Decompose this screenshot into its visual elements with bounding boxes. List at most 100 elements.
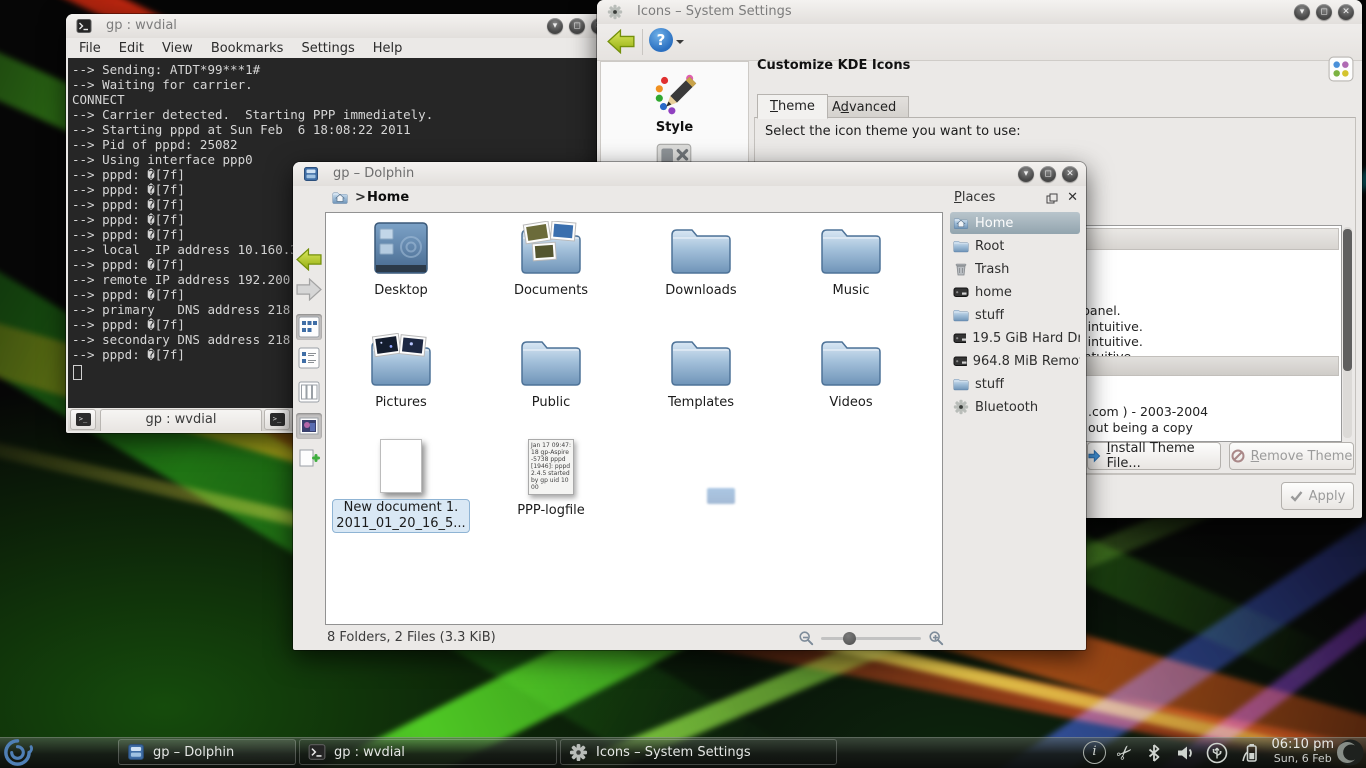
tab-advanced[interactable]: Advanced xyxy=(819,96,909,119)
menu-edit[interactable]: Edit xyxy=(110,40,153,57)
desktop: gp : wvdial ▾ ◻ ✕ File Edit View Bookmar… xyxy=(0,0,1366,768)
menu-help[interactable]: Help xyxy=(364,40,412,57)
places-item-trash[interactable]: Trash xyxy=(950,258,1080,280)
zoom-in-icon[interactable] xyxy=(928,630,944,646)
task-system-settings[interactable]: Icons – System Settings xyxy=(560,739,837,765)
details-view-button[interactable] xyxy=(296,345,322,371)
places-item-home[interactable]: Home xyxy=(950,212,1080,234)
konsole-titlebar[interactable]: gp : wvdial ▾ ◻ ✕ xyxy=(66,14,615,38)
volume-icon[interactable] xyxy=(1175,743,1195,763)
sidebar-item-style[interactable]: Style xyxy=(601,70,748,135)
places-item-root[interactable]: Root xyxy=(950,235,1080,257)
folder-icon xyxy=(669,333,733,389)
battery-icon[interactable] xyxy=(1239,742,1259,764)
dolphin-titlebar[interactable]: gp – Dolphin ▾ ◻ ✕ xyxy=(293,162,1086,186)
clock[interactable]: 06:10 pm Sun, 6 Feb xyxy=(1271,738,1334,766)
documents-folder-icon xyxy=(519,221,583,277)
places-item-bluetooth[interactable]: Bluetooth xyxy=(950,396,1080,418)
minimize-button[interactable]: ▾ xyxy=(547,18,563,34)
folder-icon xyxy=(819,333,883,389)
selected-file-label: New document 1.2011_01_20_16_5... xyxy=(332,499,469,533)
places-item-home-partition[interactable]: home xyxy=(950,281,1080,303)
home-folder-icon[interactable] xyxy=(331,190,349,206)
bluetooth-icon[interactable] xyxy=(1144,743,1164,763)
back-button[interactable] xyxy=(607,29,635,54)
folder-icon xyxy=(953,377,969,391)
close-panel-icon[interactable]: ✕ xyxy=(1067,190,1078,205)
zoom-out-icon[interactable] xyxy=(798,630,814,646)
file-item-public[interactable]: Public xyxy=(481,333,621,410)
close-button[interactable]: ✕ xyxy=(1062,166,1078,182)
file-item-new-document[interactable]: New document 1.2011_01_20_16_5... xyxy=(331,439,471,533)
notifications-icon[interactable]: i xyxy=(1083,741,1106,764)
launcher-icon[interactable] xyxy=(2,737,34,768)
file-item-pictures[interactable]: Pictures xyxy=(331,333,471,410)
menu-view[interactable]: View xyxy=(153,40,202,57)
system-settings-titlebar[interactable]: Icons – System Settings ▾ ◻ ✕ xyxy=(597,0,1362,24)
file-manager-icon xyxy=(127,743,145,761)
preview-button[interactable] xyxy=(296,413,322,439)
file-item-videos[interactable]: Videos xyxy=(781,333,921,410)
dolphin-toolbar xyxy=(293,212,325,626)
text-preview-icon: Jan 17 09:47:18 gp-Aspire-5738 pppd[1946… xyxy=(528,439,574,495)
icons-view-icon xyxy=(298,316,320,338)
klipper-scissors-icon[interactable]: ✂ xyxy=(1112,739,1139,766)
tab-theme[interactable]: Theme xyxy=(757,94,828,119)
drag-ghost xyxy=(707,488,735,504)
minimize-button[interactable]: ▾ xyxy=(1294,4,1310,20)
file-item-downloads[interactable]: Downloads xyxy=(631,221,771,298)
maximize-button[interactable]: ◻ xyxy=(569,18,585,34)
forward-button[interactable] xyxy=(296,278,322,304)
maximize-button[interactable]: ◻ xyxy=(1316,4,1332,20)
close-button[interactable]: ✕ xyxy=(1338,4,1354,20)
task-dolphin[interactable]: gp – Dolphin xyxy=(118,739,296,765)
konsole-tab[interactable]: gp : wvdial xyxy=(100,409,262,431)
sidebar-item-label: Style xyxy=(601,120,748,135)
minimize-button[interactable]: ▾ xyxy=(1018,166,1034,182)
hard-drive-icon xyxy=(953,330,966,346)
terminal-icon: >_ xyxy=(76,413,91,426)
toolbar: ? xyxy=(597,24,1362,61)
tab-list-button[interactable]: >_ xyxy=(264,409,290,430)
back-button[interactable] xyxy=(296,248,322,274)
statusbar: 8 Folders, 2 Files (3.3 KiB) xyxy=(293,626,1086,650)
folder-view[interactable]: Desktop Documents Downloads Music Pictur… xyxy=(325,212,943,625)
clock-time: 06:10 pm xyxy=(1271,738,1334,752)
file-item-ppp-logfile[interactable]: Jan 17 09:47:18 gp-Aspire-5738 pppd[1946… xyxy=(481,439,621,518)
chevron-down-icon[interactable] xyxy=(676,40,684,48)
folder-icon xyxy=(519,333,583,389)
maximize-button[interactable]: ◻ xyxy=(1040,166,1056,182)
icons-view-button[interactable] xyxy=(296,314,322,340)
install-theme-button[interactable]: Install Theme File... xyxy=(1087,442,1221,470)
file-item-music[interactable]: Music xyxy=(781,221,921,298)
scrollbar-track[interactable] xyxy=(1343,227,1352,438)
device-notifier-icon[interactable] xyxy=(1206,742,1228,764)
new-tab-button[interactable]: >_ xyxy=(70,409,96,430)
file-item-desktop[interactable]: Desktop xyxy=(331,221,471,298)
menu-file[interactable]: File xyxy=(70,40,110,57)
breadcrumb-home[interactable]: Home xyxy=(367,190,409,205)
split-view-button[interactable] xyxy=(296,445,322,471)
scrollbar-thumb[interactable] xyxy=(1343,229,1352,371)
file-item-templates[interactable]: Templates xyxy=(631,333,771,410)
apply-button[interactable]: Apply xyxy=(1281,482,1354,510)
menu-bookmarks[interactable]: Bookmarks xyxy=(202,40,293,57)
file-item-documents[interactable]: Documents xyxy=(481,221,621,298)
places-item-stuff[interactable]: stuff xyxy=(950,304,1080,326)
menu-settings[interactable]: Settings xyxy=(292,40,363,57)
places-item-hard-drive[interactable]: 19.5 GiB Hard Drive xyxy=(950,327,1080,349)
system-tray: i ✂ xyxy=(1083,737,1259,768)
places-item-stuff2[interactable]: stuff xyxy=(950,373,1080,395)
zoom-slider-handle[interactable] xyxy=(843,632,856,645)
float-panel-icon[interactable] xyxy=(1046,193,1058,205)
help-button[interactable]: ? xyxy=(649,28,673,52)
zoom-slider-track[interactable] xyxy=(821,637,921,640)
gear-icon xyxy=(569,743,588,762)
remove-theme-button[interactable]: Remove Theme xyxy=(1229,442,1354,470)
home-folder-icon xyxy=(953,216,969,231)
columns-view-button[interactable] xyxy=(296,379,322,405)
panel-toolbox-icon[interactable] xyxy=(1337,739,1364,766)
columns-view-icon xyxy=(298,381,320,403)
places-item-removable[interactable]: 964.8 MiB Remov... xyxy=(950,350,1080,372)
task-wvdial[interactable]: gp : wvdial xyxy=(299,739,557,765)
